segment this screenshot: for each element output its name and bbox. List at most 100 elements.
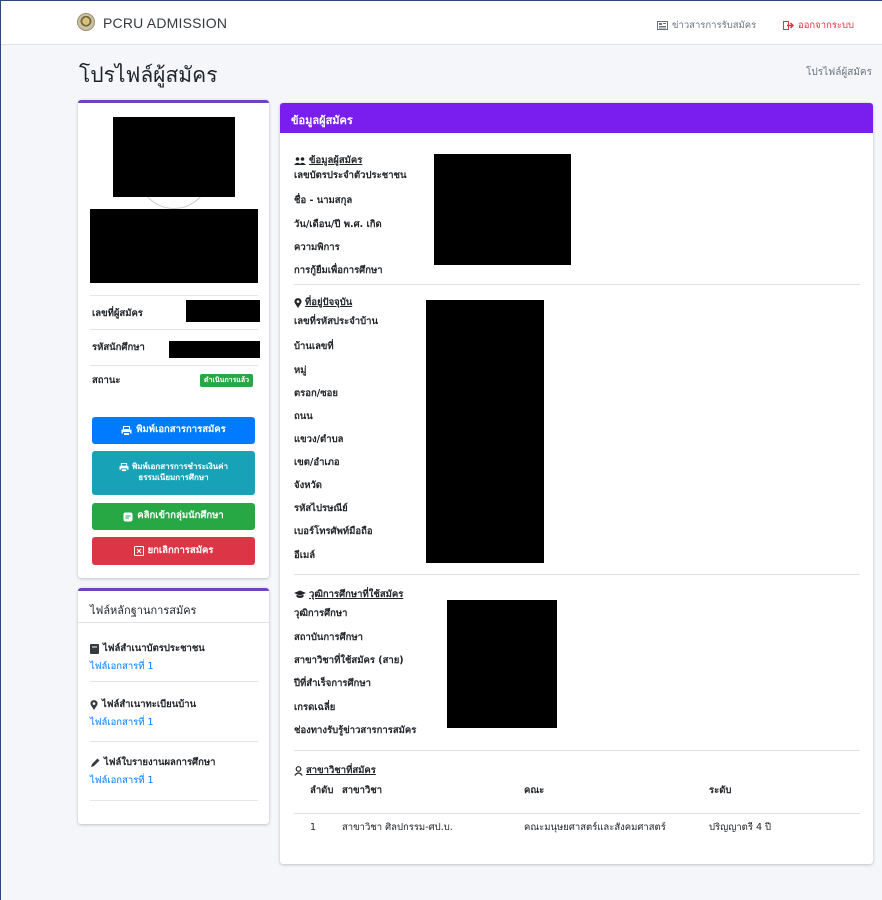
top-navbar: PCRU ADMISSION ข่าวสารการรับสมัคร ออกจาก… [1, 1, 882, 45]
field-label-mobile: เบอร์โทรศัพท์มือถือ [294, 526, 373, 537]
redacted-name [90, 209, 258, 283]
divider [90, 741, 258, 742]
field-label-institution: สถาบันการศึกษา [294, 632, 363, 643]
print-application-label: พิมพ์เอกสารการสมัคร [136, 424, 226, 436]
applicant-number-row: เลขที่ผู้สมัคร [90, 295, 260, 325]
file-title: ไฟล์สำเนาบัตรประชาชน [103, 643, 205, 654]
field-label-student-loan: การกู้ยืมเพื่อการศึกษา [294, 265, 383, 276]
applicant-section-title-text: ข้อมูลผู้สมัคร [309, 155, 363, 166]
field-label-applied-track: สาขาวิชาที่ใช้สมัคร (สาย) [294, 655, 404, 666]
field-label-email: อีเมล์ [294, 550, 316, 561]
newspaper-icon [657, 21, 668, 30]
sign-out-icon [783, 21, 794, 30]
divider [294, 284, 860, 285]
major-section-title-text: สาขาวิชาที่สมัคร [306, 765, 376, 776]
chat-icon [123, 512, 133, 522]
divider [294, 750, 860, 751]
logout-link-label: ออกจากระบบ [798, 20, 855, 31]
status-label: สถานะ [92, 375, 121, 386]
field-label-full-name: ชื่อ - นามสกุล [294, 195, 353, 206]
logout-link[interactable]: ออกจากระบบ [783, 18, 854, 33]
file-item-house-registration: ไฟล์สำเนาทะเบียนบ้าน ไฟล์เอกสารที่ 1 [90, 697, 258, 730]
field-label-province: จังหวัด [294, 480, 322, 491]
table-cell-order: 1 [294, 812, 342, 841]
profile-card: เลขที่ผู้สมัคร รหัสนักศึกษา สถานะ ดำเนิน… [78, 100, 269, 578]
news-link-label: ข่าวสารการรับสมัคร [672, 20, 757, 31]
education-section-title-text: วุฒิการศึกษาที่ใช้สมัคร [309, 589, 404, 600]
map-marker-icon [294, 297, 302, 308]
applied-majors-table: ลำดับ สาขาวิชา คณะ ระดับ 1 สาขาวิชา ศิลป… [294, 783, 860, 841]
book-icon [90, 643, 99, 654]
university-logo[interactable] [77, 13, 95, 31]
applicant-number-label: เลขที่ผู้สมัคร [92, 308, 143, 319]
field-label-soi: ตรอก/ซอย [294, 388, 338, 399]
file-item-transcript: ไฟล์ใบรายงานผลการศึกษา ไฟล์เอกสารที่ 1 [90, 755, 258, 788]
address-section-title: ที่อยู่ปัจจุบัน [294, 295, 352, 310]
student-id-label: รหัสนักศึกษา [92, 342, 145, 353]
field-label-road: ถนน [294, 411, 313, 422]
redacted-applicant-number [186, 300, 260, 322]
print-icon [119, 463, 129, 473]
pencil-icon [90, 758, 100, 768]
print-fee-label-line2: ธรรมเนียมการศึกษา [138, 473, 209, 482]
applicant-info-card: ข้อมูลผู้สมัคร ข้อมูลผู้สมัคร เลขบัตรประ… [280, 103, 873, 864]
field-label-disability: ความพิการ [294, 242, 340, 253]
print-application-button[interactable]: พิมพ์เอกสารการสมัคร [92, 417, 255, 444]
field-label-postcode: รหัสไปรษณีย์ [294, 503, 348, 514]
applicant-section-title: ข้อมูลผู้สมัคร [294, 153, 362, 168]
column-header-faculty: คณะ [524, 785, 545, 796]
join-group-label: คลิกเข้ากลุ่มนักศึกษา [137, 510, 224, 522]
print-fee-button[interactable]: พิมพ์เอกสารการชำระเงินค่า ธรรมเนียมการศึ… [92, 451, 255, 495]
file-link[interactable]: ไฟล์เอกสารที่ 1 [90, 715, 258, 730]
map-marker-icon [90, 699, 98, 710]
status-row: สถานะ ดำเนินการแล้ว [90, 365, 258, 391]
news-link[interactable]: ข่าวสารการรับสมัคร [657, 18, 756, 33]
column-header-order: ลำดับ [310, 785, 334, 796]
redacted-education-values [447, 600, 557, 728]
file-link[interactable]: ไฟล์เอกสารที่ 1 [90, 659, 258, 674]
divider [294, 574, 860, 575]
redacted-address-values [426, 300, 544, 563]
redacted-student-id [169, 341, 260, 358]
file-title: ไฟล์สำเนาทะเบียนบ้าน [102, 699, 197, 710]
redacted-photo [113, 117, 235, 197]
field-label-subdistrict: แขวง/ตำบล [294, 434, 344, 445]
field-label-news-channel: ช่องทางรับรู้ข่าวสารการสมัคร [294, 725, 417, 736]
major-section-title: สาขาวิชาที่สมัคร [294, 763, 376, 778]
field-label-house-code: เลขที่รหัสประจำบ้าน [294, 316, 378, 327]
users-icon [294, 156, 306, 165]
field-label-graduation-year: ปีที่สำเร็จการศึกษา [294, 678, 371, 689]
field-label-district: เขต/อำเภอ [294, 457, 340, 468]
status-badge: ดำเนินการแล้ว [200, 374, 254, 387]
table-cell-level: ปริญญาตรี 4 ปี [709, 812, 860, 841]
print-icon [121, 425, 132, 436]
column-header-major: สาขาวิชา [342, 785, 383, 796]
file-link[interactable]: ไฟล์เอกสารที่ 1 [90, 773, 258, 788]
page-title: โปรไฟล์ผู้สมัคร [79, 63, 218, 87]
file-item-id-card: ไฟล์สำเนาบัตรประชาชน ไฟล์เอกสารที่ 1 [90, 641, 258, 674]
field-label-qualification: วุฒิการศึกษา [294, 608, 348, 619]
redacted-applicant-values [434, 154, 571, 265]
address-section-title-text: ที่อยู่ปัจจุบัน [305, 297, 353, 308]
field-label-moo: หมู่ [294, 365, 307, 376]
table-cell-major: สาขาวิชา ศิลปกรรม-ศป.บ. [342, 812, 524, 841]
field-label-birth-date: วัน/เดือน/ปี พ.ศ. เกิด [294, 219, 382, 230]
column-header-level: ระดับ [709, 785, 732, 796]
evidence-files-card: ไฟล์หลักฐานการสมัคร ไฟล์สำเนาบัตรประชาชน… [78, 588, 269, 824]
evidence-files-title: ไฟล์หลักฐานการสมัคร [78, 591, 269, 623]
table-header-row: ลำดับ สาขาวิชา คณะ ระดับ [294, 783, 860, 813]
close-box-icon [133, 546, 144, 556]
print-fee-label-line1: พิมพ์เอกสารการชำระเงินค่า [132, 462, 228, 472]
education-section-title: วุฒิการศึกษาที่ใช้สมัคร [294, 587, 403, 602]
applicant-info-header: ข้อมูลผู้สมัคร [280, 103, 873, 133]
breadcrumb[interactable]: โปรไฟล์ผู้สมัคร [806, 65, 872, 80]
field-label-citizen-id: เลขบัตรประจำตัวประชาชน [294, 170, 407, 181]
join-student-group-button[interactable]: คลิกเข้ากลุ่มนักศึกษา [92, 503, 255, 530]
field-label-gpa: เกรดเฉลี่ย [294, 702, 336, 713]
divider [90, 800, 258, 801]
cancel-application-button[interactable]: ยกเลิกการสมัคร [92, 537, 255, 565]
graduation-cap-icon [294, 590, 306, 599]
divider [90, 681, 258, 682]
table-row: 1 สาขาวิชา ศิลปกรรม-ศป.บ. คณะมนุษยศาสตร์… [294, 812, 860, 841]
brand-name[interactable]: PCRU ADMISSION [103, 15, 227, 31]
